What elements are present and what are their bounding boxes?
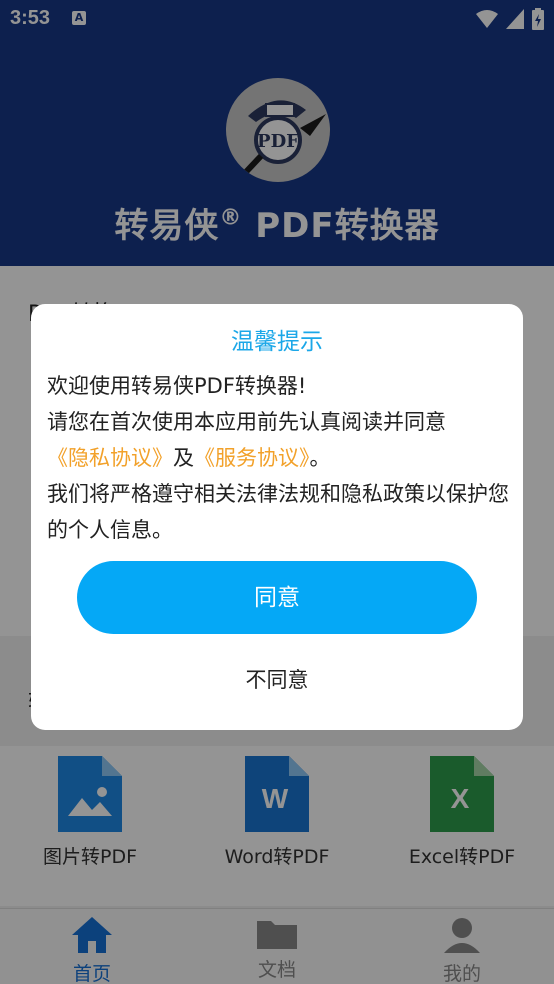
- and-text: 及: [173, 446, 194, 470]
- disagree-button[interactable]: 不同意: [177, 660, 377, 700]
- privacy-policy-link[interactable]: 《隐私协议》: [47, 446, 173, 470]
- dialog-title: 温馨提示: [231, 329, 323, 355]
- agree-button[interactable]: 同意: [77, 561, 477, 634]
- period-text: 。: [309, 446, 331, 470]
- privacy-dialog: 温馨提示 欢迎使用转易侠PDF转换器! 请您在首次使用本应用前先认真阅读并同意 …: [31, 304, 523, 730]
- service-agreement-link[interactable]: 《服务协议》: [194, 446, 310, 470]
- dialog-line-welcome: 欢迎使用转易侠PDF转换器!: [47, 374, 307, 398]
- dialog-line-instruction: 请您在首次使用本应用前先认真阅读并同意: [47, 410, 446, 434]
- dialog-line-commitment: 我们将严格遵守相关法律法规和隐私政策以保护您的个人信息。: [47, 482, 509, 542]
- dialog-line-links: 《隐私协议》及《服务协议》。: [47, 440, 513, 476]
- dialog-body: 欢迎使用转易侠PDF转换器! 请您在首次使用本应用前先认真阅读并同意 《隐私协议…: [47, 368, 513, 548]
